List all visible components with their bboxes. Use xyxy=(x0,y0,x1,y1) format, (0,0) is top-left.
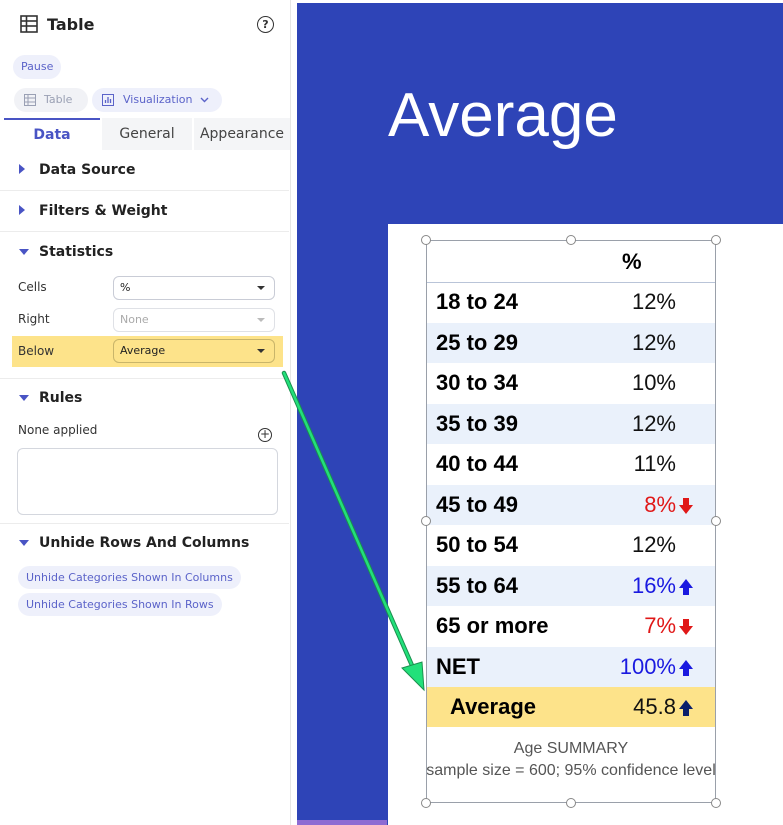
annotation-arrow xyxy=(281,370,425,692)
